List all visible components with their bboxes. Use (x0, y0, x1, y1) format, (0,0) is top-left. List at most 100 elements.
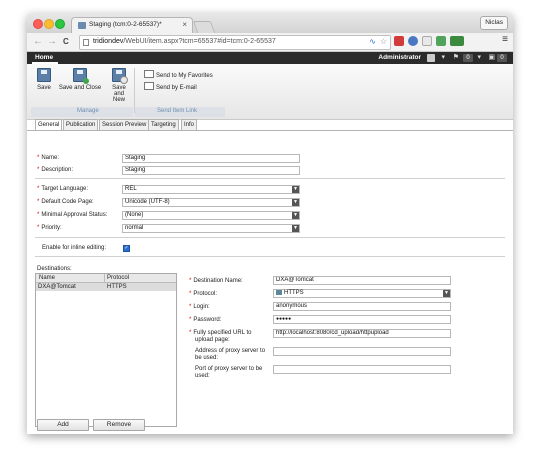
default-code-page-select[interactable]: Unicode (UTF-8) ▼ (122, 198, 300, 207)
browser-window: Staging (tcm:0-2-65537)* × Niclas ← → C … (27, 13, 513, 434)
notification-count-badge: 0 (463, 54, 473, 62)
password-input[interactable]: ●●●●● (273, 315, 451, 324)
extension-wave-icon[interactable]: ∿ (369, 37, 376, 46)
inline-editing-label: Enable for inline editing: (42, 245, 107, 251)
description-label: * Description: (37, 167, 74, 173)
user-avatar-icon[interactable] (427, 54, 435, 62)
extension-download-icon[interactable] (436, 36, 446, 46)
target-language-label: * Target Language: (37, 186, 89, 192)
page-favicon-icon (78, 22, 86, 29)
destinations-list: Name Protocol DXA@Tomcat HTTPS (35, 273, 177, 427)
extension-bw-icon[interactable] (450, 36, 464, 46)
favorites-icon (144, 70, 154, 78)
divider (35, 256, 505, 257)
protocol-select[interactable]: HTTPS ▼ (273, 289, 451, 298)
destination-name-input[interactable]: DXA@Tomcat (273, 276, 451, 285)
send-by-email-label: Send by E-mail (156, 85, 197, 91)
minimal-approval-status-label: * Minimal Approval Status: (37, 212, 108, 218)
ribbon-group-manage: Manage (77, 108, 99, 114)
extension-red-icon[interactable] (394, 36, 404, 46)
upload-url-label: * Fully specified URL to (189, 330, 252, 336)
user-name[interactable]: Administrator (378, 54, 421, 61)
name-input[interactable]: Staging (122, 154, 300, 163)
save-and-new-label-1: Save and (112, 85, 126, 97)
divider (35, 178, 505, 179)
proxy-port-input[interactable] (273, 365, 451, 374)
login-label: * Login: (189, 304, 210, 310)
proxy-address-label: Address of proxy server to (195, 348, 266, 354)
address-bar[interactable]: tridiondev/WebUI/item.aspx?tcm=65537#id=… (79, 35, 391, 50)
send-to-favorites-label: Send to My Favorites (156, 73, 213, 79)
tasks-count-badge: 0 (497, 54, 507, 62)
divider (35, 237, 505, 238)
tasks-icon[interactable]: ▣ (488, 54, 495, 62)
save-and-close-button[interactable]: Save and Close (57, 68, 103, 91)
browser-titlebar: Staging (tcm:0-2-65537)* × Niclas (27, 13, 513, 34)
upload-url-label-cont: upload page: (195, 337, 230, 343)
browser-toolbar: ← → C tridiondev/WebUI/item.aspx?tcm=655… (27, 33, 513, 52)
priority-label: * Priority: (37, 225, 62, 231)
password-label: * Password: (189, 317, 222, 323)
extension-doc-icon[interactable] (422, 36, 432, 46)
new-tab-button[interactable] (192, 21, 216, 33)
save-close-icon (73, 68, 89, 84)
user-dropdown-icon[interactable]: ▾ (441, 54, 445, 62)
login-input[interactable]: anonymous (273, 302, 451, 311)
dropdown-arrow-icon: ▼ (292, 186, 299, 193)
browser-menu-icon[interactable]: ≡ (502, 34, 508, 45)
destinations-label: Destinations: (37, 266, 72, 272)
target-language-select[interactable]: REL ▼ (122, 185, 300, 194)
minimize-window-button[interactable] (44, 19, 54, 29)
save-and-new-label-2: New (112, 97, 125, 103)
tab-title: Staging (tcm:0-2-65537)* (89, 21, 162, 28)
url-text: tridiondev/WebUI/item.aspx?tcm=65537#id=… (93, 38, 276, 45)
column-separator (104, 274, 105, 282)
app-header: Home Administrator ▾ ⚑ 0 ▾ ▣ 0 (27, 52, 513, 64)
profile-button[interactable]: Niclas (480, 16, 508, 30)
close-window-button[interactable] (33, 19, 43, 29)
browser-tab[interactable]: Staging (tcm:0-2-65537)* × (71, 17, 193, 34)
star-icon[interactable]: ☆ (380, 37, 387, 46)
description-input[interactable]: Staging (122, 166, 300, 175)
save-and-new-button[interactable]: Save and New (107, 68, 131, 103)
reload-icon[interactable]: C (63, 36, 69, 48)
proxy-address-input[interactable] (273, 347, 451, 356)
priority-select[interactable]: normal ▼ (122, 224, 300, 233)
dropdown-arrow-icon: ▼ (292, 212, 299, 219)
dropdown-arrow-icon: ▼ (443, 290, 450, 297)
inline-editing-checkbox[interactable]: ✓ (123, 245, 130, 252)
home-tab[interactable]: Home (35, 54, 53, 61)
save-and-close-label: Save and Close (58, 85, 102, 91)
destination-name-label: * Destination Name: (189, 278, 243, 284)
name-label: * Name: (37, 155, 60, 161)
remove-destination-button[interactable]: Remove (93, 419, 145, 431)
default-code-page-label: * Default Code Page: (37, 199, 94, 205)
send-by-email-button[interactable]: Send by E-mail (144, 82, 197, 91)
protocol-label: * Protocol: (189, 291, 218, 297)
back-arrow-icon[interactable]: ← (33, 36, 43, 48)
proxy-address-label-cont: be used: (195, 355, 219, 361)
add-destination-button[interactable]: Add (37, 419, 89, 431)
upload-url-input[interactable]: http://localhost:8080/cd_upload/httpuplo… (273, 329, 451, 338)
zoom-window-button[interactable] (55, 19, 65, 29)
notification-flag-icon[interactable]: ⚑ (453, 54, 459, 62)
ribbon-group-send-item-link: Send Item Link (157, 108, 198, 114)
general-tab-content: * Name: Staging * Description: Staging * Ta… (27, 130, 513, 434)
destination-protocol-cell: HTTPS (107, 284, 127, 290)
notification-dropdown-icon[interactable]: ▾ (477, 54, 481, 62)
column-header-name[interactable]: Name (39, 274, 55, 282)
ribbon-toolbar: Save Save and Close Save and New Send to… (27, 64, 513, 120)
proxy-port-label-cont: used: (195, 373, 210, 379)
destination-row[interactable]: DXA@Tomcat HTTPS (36, 283, 176, 291)
column-header-protocol[interactable]: Protocol (107, 274, 129, 282)
minimal-approval-status-select[interactable]: (None) ▼ (122, 211, 300, 220)
destinations-header: Name Protocol (36, 274, 176, 283)
save-button[interactable]: Save (36, 68, 52, 91)
tab-close-icon[interactable]: × (182, 20, 187, 29)
email-icon (144, 82, 154, 90)
dropdown-arrow-icon: ▼ (292, 199, 299, 206)
forward-arrow-icon[interactable]: → (47, 36, 57, 48)
extension-shield-icon[interactable] (408, 36, 418, 46)
send-to-favorites-button[interactable]: Send to My Favorites (144, 70, 213, 79)
save-disk-icon (37, 68, 51, 82)
